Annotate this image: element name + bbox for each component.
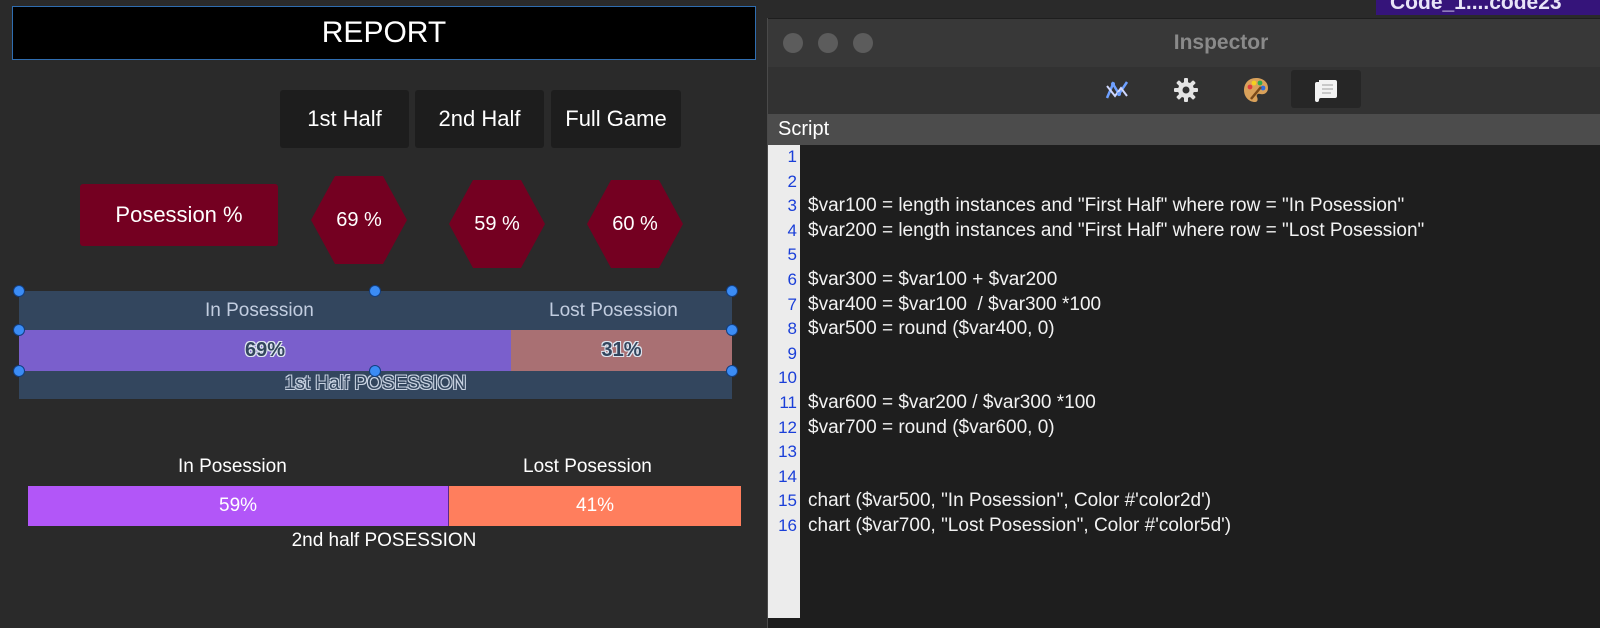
- line-number: 6: [787, 270, 797, 289]
- chart2-legend-lost-possession: Lost Posession: [523, 456, 652, 477]
- gear-icon[interactable]: [1166, 70, 1206, 110]
- script-code-line[interactable]: $var200 = length instances and "First Ha…: [808, 219, 1424, 243]
- selection-handle-mid-right[interactable]: [726, 324, 738, 336]
- line-number: 7: [787, 294, 797, 314]
- first-half-possession-hexagon: 69 %: [311, 176, 407, 264]
- selection-handle-top-left[interactable]: [13, 285, 25, 297]
- script-code-line[interactable]: $var300 = $var100 + $var200: [808, 268, 1057, 292]
- script-code-line[interactable]: chart ($var500, "In Posession", Color #'…: [808, 489, 1211, 513]
- line-number: 3: [787, 196, 797, 216]
- selection-handle-top-center[interactable]: [369, 285, 381, 297]
- full-game-possession-hexagon: 60 %: [587, 180, 683, 268]
- full-game-button[interactable]: Full Game: [551, 90, 681, 148]
- line-number: 1: [787, 147, 797, 166]
- chart-icon[interactable]: [1097, 70, 1137, 110]
- chart2-bar-lost-possession[interactable]: 41%: [448, 486, 741, 526]
- line-number: 10: [778, 368, 797, 388]
- script-code-line[interactable]: $var500 = round ($var400, 0): [808, 317, 1055, 341]
- line-number: 4: [787, 220, 797, 240]
- selection-handle-bottom-left[interactable]: [13, 365, 25, 377]
- chart1-bar-in-possession: 69%: [19, 330, 511, 371]
- script-code-line[interactable]: chart ($var700, "Lost Posession", Color …: [808, 514, 1231, 538]
- inspector-title: Inspector: [1173, 31, 1269, 54]
- script-scroll-icon[interactable]: [1306, 70, 1346, 110]
- script-section-header: Script: [768, 114, 1600, 145]
- selection-handle-bottom-right[interactable]: [726, 365, 738, 377]
- line-number: 8: [787, 319, 797, 339]
- chart1-legend-in-possession: In Posession: [205, 300, 314, 321]
- line-number: 12: [778, 417, 797, 437]
- chart2-caption: 2nd half POSESSION: [291, 530, 477, 551]
- line-number: 9: [787, 343, 797, 363]
- selection-handle-top-right[interactable]: [726, 285, 738, 297]
- report-title: REPORT: [12, 6, 756, 60]
- palette-icon[interactable]: [1236, 70, 1276, 110]
- script-code-line[interactable]: $var400 = $var100 / $var300 *100: [808, 293, 1101, 317]
- line-number: 13: [778, 442, 797, 462]
- script-code-line[interactable]: $var100 = length instances and "First Ha…: [808, 194, 1404, 218]
- line-number: 14: [778, 466, 797, 486]
- external-window-tab-label: Code_1....code23: [1390, 0, 1562, 14]
- script-code-line[interactable]: $var600 = $var200 / $var300 *100: [808, 391, 1096, 415]
- line-number: 5: [787, 245, 797, 265]
- line-number: 2: [787, 171, 797, 191]
- external-window-tab[interactable]: Code_1....code23: [1376, 0, 1600, 15]
- line-number: 15: [778, 491, 797, 511]
- selection-handle-bottom-center[interactable]: [369, 365, 381, 377]
- script-code-line[interactable]: $var700 = round ($var600, 0): [808, 416, 1055, 440]
- first-half-button[interactable]: 1st Half: [280, 90, 409, 148]
- chart1-bar-lost-possession: 31%: [510, 330, 732, 371]
- second-half-button[interactable]: 2nd Half: [415, 90, 544, 148]
- line-number: 16: [778, 516, 797, 535]
- chart1-legend-lost-possession: Lost Posession: [549, 300, 678, 321]
- chart2-bar-in-possession[interactable]: 59%: [28, 486, 449, 526]
- chart2-legend-in-possession: In Posession: [178, 456, 287, 477]
- possession-label: Posession %: [80, 184, 278, 246]
- second-half-possession-hexagon: 59 %: [449, 180, 545, 268]
- selection-handle-mid-left[interactable]: [13, 324, 25, 336]
- line-number: 11: [779, 393, 797, 412]
